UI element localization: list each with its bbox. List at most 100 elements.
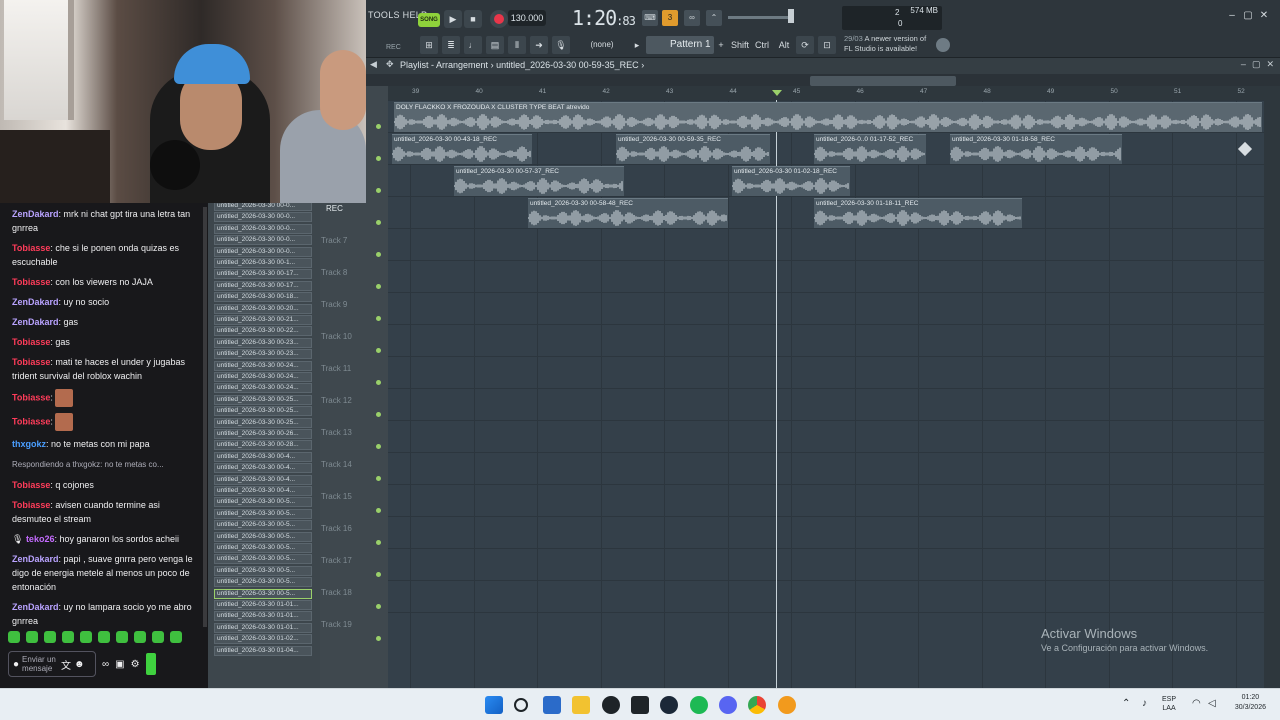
alt-button[interactable]: Alt: [774, 36, 794, 54]
tempo-display[interactable]: 130.000: [508, 10, 546, 26]
browser-file-item[interactable]: untitled_2026-03-30 00-25...: [214, 406, 312, 417]
track-mute-led[interactable]: [376, 540, 381, 545]
audio-clip[interactable]: untitled_2026-03-30 01-18-58_REC: [950, 134, 1122, 164]
browser-file-item[interactable]: untitled_2026-03-30 01-01...: [214, 600, 312, 610]
mic-icon[interactable]: ●: [13, 659, 19, 670]
track-mute-led[interactable]: [376, 380, 381, 385]
chat-username[interactable]: ZenDakard: [12, 317, 59, 327]
browser-file-item[interactable]: untitled_2026-03-30 00-4...: [214, 486, 312, 496]
browser-file-item[interactable]: untitled_2026-03-30 00-0...: [214, 235, 312, 246]
browser-file-item[interactable]: untitled_2026-03-30 00-18...: [214, 292, 312, 303]
browser-file-item[interactable]: untitled_2026-03-30 00-17...: [214, 269, 312, 280]
chat-username[interactable]: ZenDakard: [12, 209, 59, 219]
browser-file-item[interactable]: untitled_2026-03-30 00-24...: [214, 360, 312, 371]
browser-file-item[interactable]: untitled_2026-03-30 00-24...: [214, 372, 312, 382]
browser-file-item[interactable]: untitled_2026-03-30 00-28...: [214, 440, 312, 451]
browser-file-item[interactable]: untitled_2026-03-30 00-20...: [214, 303, 312, 314]
chat-username[interactable]: Tobiasse: [12, 277, 50, 287]
chat-username[interactable]: ZenDakard: [12, 602, 59, 612]
browser-file-item[interactable]: untitled_2026-03-30 00-0...: [214, 223, 312, 234]
audio-clip[interactable]: untitled_2026-03-30 00-58-48_REC: [528, 198, 728, 228]
playlist-options-icon[interactable]: ✥: [386, 59, 394, 70]
tray-mic-icon[interactable]: ♪: [1142, 698, 1147, 709]
epic-games-icon[interactable]: [631, 696, 649, 714]
track-mute-led[interactable]: [376, 284, 381, 289]
master-volume-slider[interactable]: [728, 16, 790, 19]
chat-username[interactable]: ZenDakard: [12, 554, 59, 564]
browser-file-item[interactable]: untitled_2026-03-30 00-5...: [214, 577, 312, 588]
playlist-menu-icon[interactable]: ◀: [370, 59, 377, 70]
track-mute-led[interactable]: [376, 412, 381, 417]
pattern-add-icon[interactable]: +: [716, 36, 726, 54]
playhead-marker-icon[interactable]: [772, 90, 782, 96]
channel-selector[interactable]: (none): [580, 38, 624, 52]
loop-record-icon[interactable]: ∞: [684, 10, 700, 26]
pattern-prev-icon[interactable]: ▸: [632, 36, 642, 54]
send-button[interactable]: [145, 653, 156, 675]
chat-input[interactable]: ● Enviar un mensaje 文 ☻: [8, 651, 96, 677]
shift-button[interactable]: Shift: [730, 36, 750, 54]
pattern-selector[interactable]: Pattern 1: [646, 36, 714, 54]
gift-icon[interactable]: ▣: [115, 659, 124, 670]
chat-scrollbar[interactable]: [203, 207, 207, 627]
emote-icon[interactable]: [80, 631, 92, 643]
plugin-picker-icon[interactable]: ➜: [530, 36, 548, 54]
track-mute-led[interactable]: [376, 636, 381, 641]
timeline-ruler[interactable]: 39 40 41 42 43 44 45 46 47 48 49 50 51 52: [388, 86, 1264, 100]
wifi-icon[interactable]: ◠: [1192, 698, 1201, 709]
browser-file-item[interactable]: untitled_2026-03-30 00-25...: [214, 417, 312, 428]
emote-icon[interactable]: [116, 631, 128, 643]
input-language[interactable]: ESP LAA: [1162, 695, 1176, 713]
browser-file-item[interactable]: untitled_2026-03-30 00-0...: [214, 212, 312, 223]
browser-file-item[interactable]: untitled_2026-03-30 01-02...: [214, 634, 312, 645]
browser-file-item[interactable]: untitled_2026-03-30 00-23...: [214, 349, 312, 360]
microphone-icon[interactable]: 🎙: [552, 36, 570, 54]
browser-file-item[interactable]: untitled_2026-03-30 01-01...: [214, 611, 312, 622]
browser-file-item[interactable]: untitled_2026-03-30 00-5...: [214, 554, 312, 565]
record-button[interactable]: [490, 10, 508, 28]
playlist-icon[interactable]: ≣: [442, 36, 460, 54]
track-mute-led[interactable]: [376, 604, 381, 609]
browser-file-item[interactable]: untitled_2026-03-30 00-25...: [214, 394, 312, 405]
emote-icon[interactable]: [152, 631, 164, 643]
track-mute-led[interactable]: [376, 508, 381, 513]
browser-file-item[interactable]: untitled_2026-03-30 00-5...: [214, 531, 312, 542]
close-icon[interactable]: ✕: [1266, 59, 1274, 70]
chrome-icon[interactable]: [748, 696, 766, 714]
chat-username[interactable]: Tobiasse: [12, 480, 50, 490]
snap-icon[interactable]: ⊞: [420, 36, 438, 54]
playlist-vertical-scrollbar[interactable]: [1264, 86, 1280, 688]
browser-file-item[interactable]: untitled_2026-03-30 00-22...: [214, 326, 312, 337]
emote-icon[interactable]: [134, 631, 146, 643]
emote-icon[interactable]: [62, 631, 74, 643]
browser-file-item[interactable]: untitled_2026-03-30 00-4...: [214, 463, 312, 474]
steam-icon[interactable]: [660, 696, 678, 714]
play-button[interactable]: ▶: [444, 10, 462, 28]
shop-icon[interactable]: ⊡: [818, 36, 836, 54]
fl-studio-icon[interactable]: [778, 696, 796, 714]
file-explorer-icon[interactable]: [572, 696, 590, 714]
ctrl-button[interactable]: Ctrl: [752, 36, 772, 54]
chat-username[interactable]: Tobiasse: [12, 337, 50, 347]
browser-file-item[interactable]: untitled_2026-03-30 00-5...: [214, 565, 312, 576]
track-mute-led[interactable]: [376, 444, 381, 449]
track-mute-led[interactable]: [376, 252, 381, 257]
chat-username[interactable]: Tobiasse: [12, 500, 50, 510]
chat-username[interactable]: Tobiasse: [12, 357, 50, 367]
audio-clip[interactable]: untitled_2026-03-30 01-02-18_REC: [732, 166, 850, 196]
typing-keyboard-icon[interactable]: ⌨: [642, 10, 658, 26]
task-view-icon[interactable]: [543, 696, 561, 714]
audio-clip[interactable]: untitled_2026-03-30 01-18-11_REC: [814, 198, 1022, 228]
audio-clip[interactable]: DOLY FLACKKO X FROZOUDA X CLUSTER TYPE B…: [394, 102, 1262, 132]
browser-file-item[interactable]: untitled_2026-03-30 00-17...: [214, 280, 312, 291]
browser-file-item[interactable]: untitled_2026-03-30 00-23...: [214, 337, 312, 348]
browser-file-item[interactable]: untitled_2026-03-30 00-5...: [214, 508, 312, 519]
track-mute-led[interactable]: [376, 476, 381, 481]
emoji-icon[interactable]: ☻: [74, 659, 85, 670]
emote-icon[interactable]: [170, 631, 182, 643]
maximize-icon[interactable]: ▢: [1252, 59, 1261, 70]
browser-file-item[interactable]: untitled_2026-03-30 01-04...: [214, 645, 312, 656]
bits-icon[interactable]: ∞: [102, 659, 109, 670]
track-mute-led[interactable]: [376, 220, 381, 225]
playlist-horizontal-scrollbar[interactable]: [810, 76, 956, 86]
